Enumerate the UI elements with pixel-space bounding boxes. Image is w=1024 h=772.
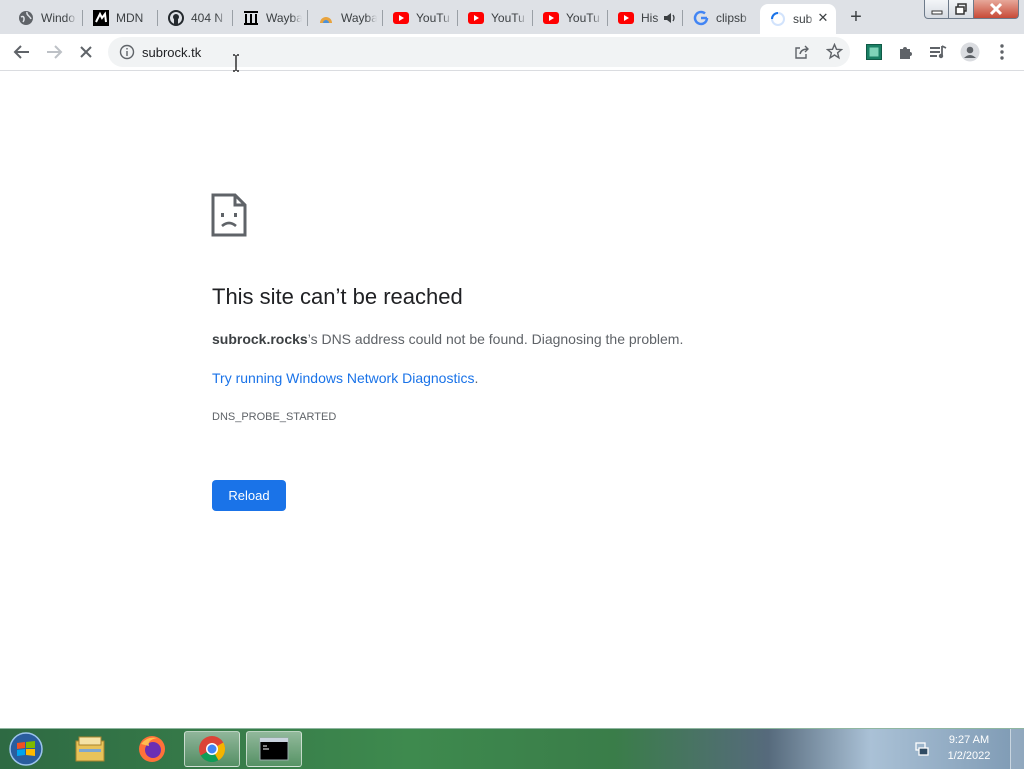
tab-title: His	[641, 11, 659, 25]
browser-toolbar: subrock.tk	[0, 34, 1024, 71]
failed-host: subrock.rocks	[212, 331, 308, 347]
close-tab-icon[interactable]: ✕	[816, 11, 830, 25]
globe-icon	[18, 10, 34, 26]
link-suffix: .	[474, 370, 479, 386]
extension-icon[interactable]	[862, 40, 886, 64]
extensions-puzzle-icon[interactable]	[894, 40, 918, 64]
clock-date[interactable]: 1/2/2022	[940, 750, 998, 762]
tab-2[interactable]: MDN	[83, 4, 158, 32]
chrome-icon[interactable]	[184, 731, 240, 767]
tab-10[interactable]: clipsb	[683, 4, 758, 32]
error-headline: This site can’t be reached	[212, 284, 463, 309]
tab-strip: Windo MDN 404 N Wayba Wayba YouTu YouTu …	[0, 0, 1024, 34]
back-button[interactable]	[10, 40, 34, 64]
tab-title: clipsb	[716, 11, 747, 25]
windows-taskbar: 9:27 AM 1/2/2022	[0, 728, 1024, 769]
restore-button[interactable]	[948, 0, 975, 19]
stop-loading-button[interactable]	[74, 40, 98, 64]
tab-title: 404 N	[191, 11, 224, 25]
menu-kebab-icon[interactable]	[990, 40, 1014, 64]
forward-button[interactable]	[42, 40, 66, 64]
youtube-icon	[468, 10, 484, 26]
tab-3[interactable]: 404 N	[158, 4, 233, 32]
wayback-icon	[318, 10, 334, 26]
tab-8[interactable]: YouTu	[533, 4, 608, 32]
tab-title: YouTu	[416, 11, 450, 25]
tab-title: MDN	[116, 11, 144, 25]
youtube-icon	[618, 10, 634, 26]
error-detail: subrock.rocks’s DNS address could not be…	[212, 331, 683, 347]
firefox-icon[interactable]	[124, 731, 180, 767]
tab-title: YouTu	[491, 11, 525, 25]
profile-avatar-icon[interactable]	[958, 40, 982, 64]
tab-6[interactable]: YouTu	[383, 4, 458, 32]
tab-title: sub	[793, 12, 813, 26]
tab-4[interactable]: Wayba	[233, 4, 308, 32]
tab-active[interactable]: sub ✕	[760, 4, 836, 34]
start-button[interactable]	[6, 731, 46, 767]
site-info-icon[interactable]	[119, 44, 135, 65]
back-arrow-icon	[13, 45, 29, 59]
window-close-button[interactable]	[973, 0, 1019, 19]
archive-icon	[243, 10, 259, 26]
diagnostics-link-text[interactable]: Try running Windows Network Diagnostics	[212, 370, 474, 386]
youtube-icon	[393, 10, 409, 26]
network-tray-icon[interactable]	[914, 741, 930, 762]
youtube-icon	[543, 10, 559, 26]
clock-time[interactable]: 9:27 AM	[940, 734, 998, 746]
tab-title: YouTu	[566, 11, 600, 25]
bookmark-star-icon[interactable]	[825, 42, 844, 65]
show-desktop-button[interactable]	[1010, 729, 1024, 769]
loading-spinner-icon	[770, 11, 786, 27]
error-detail-text: ’s DNS address could not be found. Diagn…	[307, 331, 684, 347]
tab-title: Wayba	[341, 11, 377, 25]
minimize-button[interactable]	[924, 0, 950, 19]
tab-7[interactable]: YouTu	[458, 4, 533, 32]
mdn-icon	[93, 10, 109, 26]
tab-1[interactable]: Windo	[8, 4, 83, 32]
tab-title: Windo	[41, 11, 76, 25]
tab-9[interactable]: His	[608, 4, 683, 32]
network-diagnostics-link[interactable]: Try running Windows Network Diagnostics.	[212, 370, 478, 386]
reload-button[interactable]: Reload	[212, 480, 286, 511]
media-control-icon[interactable]	[926, 40, 950, 64]
windows-explorer-icon[interactable]	[62, 731, 118, 767]
google-icon	[693, 10, 709, 26]
sad-document-icon	[211, 193, 247, 242]
error-code: DNS_PROBE_STARTED	[212, 411, 337, 423]
text-cursor-icon	[232, 54, 240, 77]
share-icon[interactable]	[794, 44, 810, 65]
address-bar[interactable]: subrock.tk	[108, 37, 850, 67]
stop-x-icon	[80, 46, 92, 58]
url-text[interactable]: subrock.tk	[142, 45, 201, 60]
new-tab-button[interactable]: +	[846, 7, 866, 28]
github-icon	[168, 10, 184, 26]
forward-arrow-icon	[47, 45, 63, 59]
audio-playing-icon[interactable]	[663, 11, 677, 28]
cmd-icon[interactable]	[246, 731, 302, 767]
tab-title: Wayba	[266, 11, 302, 25]
tab-5[interactable]: Wayba	[308, 4, 383, 32]
